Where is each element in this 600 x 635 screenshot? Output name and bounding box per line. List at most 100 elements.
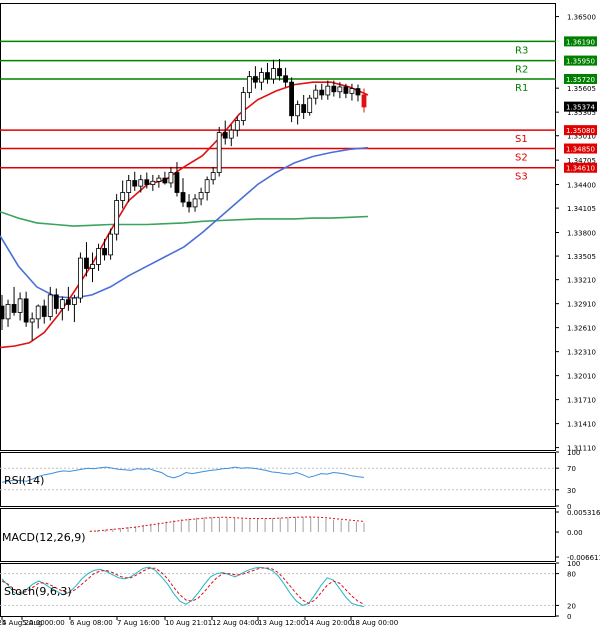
candle-body — [78, 257, 83, 299]
candle-body — [192, 198, 198, 208]
candle-body — [289, 81, 295, 117]
rsi-tick-label: 30 — [567, 487, 576, 495]
price-tick-label: 1.33505 — [567, 253, 596, 261]
price-tick-label: 1.32010 — [567, 373, 596, 381]
candle-body — [180, 192, 186, 203]
price-tick-label: 1.33800 — [567, 229, 596, 237]
candle-body — [307, 97, 313, 113]
pivot-label-s1: S1 — [515, 134, 528, 145]
candle-body — [11, 304, 17, 313]
candle-body — [96, 248, 101, 265]
stoch-label: Stoch(9,6,3) — [4, 585, 72, 598]
candle-body — [228, 129, 234, 139]
candle-body — [204, 179, 210, 193]
candle-body — [5, 304, 11, 320]
macd-tick-label: 0.005316 — [567, 509, 600, 517]
candle-body — [343, 86, 349, 94]
candle-body — [126, 180, 132, 193]
candle-body — [259, 72, 264, 83]
pivot-label-r3: R3 — [515, 45, 528, 56]
candle-body — [216, 132, 222, 173]
candle-body — [271, 68, 276, 80]
candle-body — [265, 72, 270, 80]
x-axis-label: 12 Aug 04:00 — [212, 619, 259, 627]
candle-body — [114, 200, 120, 235]
candle-body — [240, 92, 246, 121]
candle-body — [168, 172, 174, 184]
candle-body — [41, 305, 47, 317]
candle-body — [29, 318, 35, 323]
x-axis-label: 7 Aug 16:00 — [117, 619, 160, 627]
candle-body — [295, 104, 301, 117]
x-axis-label: 10 Aug 21:01 — [165, 619, 212, 627]
stoch-tick-label: 20 — [567, 602, 576, 610]
stoch-tick-label: 0 — [567, 613, 571, 621]
panel-frame-rsi — [0, 452, 556, 507]
candle-body — [325, 85, 331, 96]
price-label-text: 1.34610 — [566, 165, 595, 173]
price-tick-label: 1.32310 — [567, 349, 596, 357]
candle-body — [349, 88, 355, 94]
candle-body — [23, 298, 29, 323]
candle-body — [108, 233, 113, 256]
candle-body — [319, 89, 325, 96]
candle-body — [0, 305, 5, 320]
candle-body — [65, 299, 71, 305]
candle-body — [59, 299, 65, 309]
pivot-label-r2: R2 — [515, 65, 528, 76]
candle-body — [313, 89, 319, 99]
pivot-label-s2: S2 — [515, 153, 528, 164]
price-label-text: 1.35080 — [566, 127, 595, 135]
rsi-label: RSI(14) — [4, 474, 44, 487]
candle-body — [156, 177, 162, 182]
candle-body — [210, 172, 216, 181]
candle-body — [234, 120, 240, 131]
candle-body — [355, 88, 361, 96]
stoch-tick-label: 80 — [567, 571, 576, 579]
candle-body — [331, 85, 337, 93]
candle-body — [252, 76, 258, 83]
candle-body — [198, 192, 204, 200]
chart-svg: 1.365001.356051.353051.350101.347051.344… — [0, 3, 600, 627]
candle-body — [222, 132, 228, 139]
candle-body — [84, 257, 89, 269]
x-axis-label: 13 Aug 12:00 — [258, 619, 305, 627]
price-label-text: 1.36190 — [566, 38, 595, 46]
rsi-tick-label: 100 — [567, 449, 580, 457]
candle-body — [186, 201, 192, 208]
x-axis-label: 5 Aug 00:00 — [22, 619, 65, 627]
candle-body — [72, 297, 77, 305]
chart-area: 1.36500 1.35605 1.35305 1.35010 1.34705 1.344… — [0, 0, 600, 631]
price-tick-label: 1.32910 — [567, 301, 596, 309]
candle-body — [132, 180, 138, 187]
candle-body — [53, 294, 59, 309]
candle-body — [120, 192, 126, 201]
macd-tick-label: 0.00 — [567, 529, 583, 537]
pivot-label-s3: S3 — [515, 172, 528, 183]
rsi-tick-label: 70 — [567, 465, 576, 473]
price-tick-label: 1.31410 — [567, 421, 596, 429]
candle-body — [138, 179, 144, 187]
candle-body — [283, 75, 288, 83]
candle-body — [162, 177, 168, 184]
x-axis-label: 6 Aug 08:00 — [70, 619, 113, 627]
candle-body — [35, 305, 41, 320]
price-tick-label: 1.32610 — [567, 325, 596, 333]
candle-body — [301, 104, 307, 113]
candle-body — [144, 179, 150, 185]
candle-body — [277, 68, 282, 77]
price-tick-label: 1.34400 — [567, 182, 596, 190]
price-tick-label: 1.34105 — [567, 205, 596, 213]
candle-body — [361, 94, 367, 108]
candle-body — [90, 264, 95, 269]
price-tick-label: 1.31710 — [567, 397, 596, 405]
price-label-text: 1.35720 — [566, 76, 595, 84]
x-axis-label: 14 Aug 20:00 — [305, 619, 352, 627]
candle-body — [47, 294, 53, 317]
candle-body — [174, 172, 180, 193]
pivot-label-r1: R1 — [515, 83, 528, 94]
candle-body — [102, 248, 107, 256]
macd-label: MACD(12,26,9) — [2, 531, 86, 544]
candle-body — [150, 180, 156, 185]
x-axis-label: 18 Aug 00:00 — [351, 619, 398, 627]
